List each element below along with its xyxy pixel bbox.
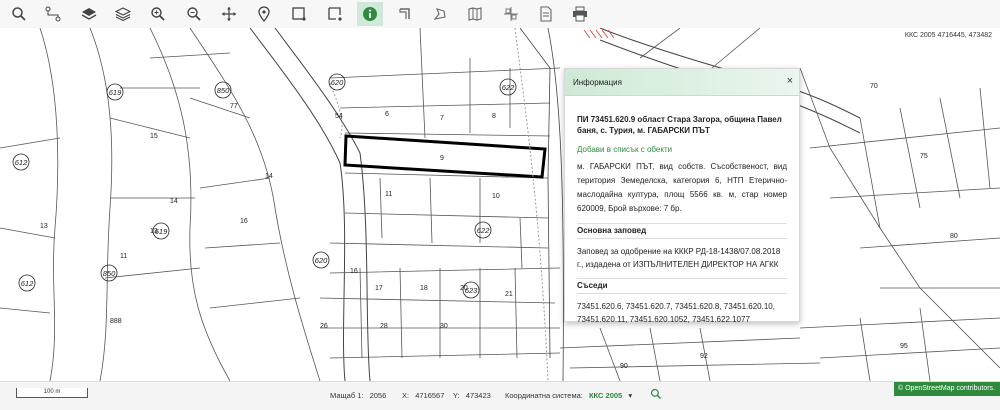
svg-text:30: 30 <box>440 323 448 330</box>
svg-text:17: 17 <box>375 285 383 292</box>
svg-text:7: 7 <box>440 115 444 122</box>
svg-text:54: 54 <box>335 113 343 120</box>
coordinate-tag: ККС 2005 4716445, 473482 <box>904 32 992 39</box>
svg-text:619: 619 <box>155 227 168 236</box>
neighbors-text: 73451.620.6, 73451.620.7, 73451.620.8, 7… <box>577 302 775 324</box>
crs-label: Координатна система: <box>505 391 583 400</box>
scale-bar: 100 m <box>16 388 88 398</box>
toolbar <box>0 0 1000 29</box>
close-icon[interactable]: × <box>787 75 793 87</box>
cadastral-map[interactable]: 678 9 11 10 77 16 17 18 20 21 26 28 30 15 14 13 11… <box>0 28 1000 381</box>
svg-text:13: 13 <box>40 223 48 230</box>
svg-text:21: 21 <box>505 291 513 298</box>
pan-icon[interactable] <box>216 2 242 26</box>
info-icon[interactable] <box>357 2 383 26</box>
info-panel: Информация × ПИ 73451.620.9 област Стара… <box>564 68 800 324</box>
svg-text:622: 622 <box>502 83 515 92</box>
crosshair-icon[interactable] <box>498 2 524 26</box>
print-icon[interactable] <box>567 2 593 26</box>
svg-text:10: 10 <box>492 193 500 200</box>
svg-text:620: 620 <box>315 256 328 265</box>
add-to-list-link[interactable]: Добави в списък с обекти <box>577 145 787 154</box>
status-bar: 100 m Мащаб 1: 2056 X: 4716567 Y: 473423… <box>0 381 1000 410</box>
svg-text:77: 77 <box>230 103 238 110</box>
osm-attribution[interactable]: © OpenStreetMap contributors. <box>894 382 1000 396</box>
document-icon[interactable] <box>533 2 559 26</box>
svg-text:18: 18 <box>420 285 428 292</box>
svg-text:622: 622 <box>477 226 490 235</box>
svg-text:850: 850 <box>217 86 230 95</box>
svg-text:14: 14 <box>170 198 178 205</box>
x-label: X: <box>402 391 410 400</box>
map-parcels: 67 8 911 10 771617 18 2021 26 28 30 151413 11… <box>0 28 1000 381</box>
y-label: Y: <box>453 391 460 400</box>
svg-text:6: 6 <box>385 111 389 118</box>
y-value: 473423 <box>465 391 491 400</box>
svg-text:28: 28 <box>380 323 388 330</box>
svg-text:16: 16 <box>350 268 358 275</box>
svg-text:15: 15 <box>150 133 158 140</box>
scale-field: Мащаб 1: 2056 <box>330 391 390 400</box>
svg-text:95: 95 <box>900 343 908 350</box>
zoom-out-icon[interactable] <box>181 2 207 26</box>
svg-text:11: 11 <box>385 191 392 198</box>
svg-text:619: 619 <box>109 88 122 97</box>
search-icon[interactable] <box>6 2 32 26</box>
svg-text:14: 14 <box>265 173 273 180</box>
y-field: Y: 473423 <box>453 391 495 400</box>
svg-text:75: 75 <box>920 153 928 160</box>
crs-field: Координатна система: ККС 2005 ▾ <box>505 391 636 400</box>
svg-text:80: 80 <box>950 233 958 240</box>
select-rect-alt-icon[interactable] <box>322 2 348 26</box>
svg-text:16: 16 <box>240 218 248 225</box>
crs-select[interactable]: ККС 2005 <box>589 391 622 400</box>
scale-label: Мащаб 1: <box>330 391 364 400</box>
svg-text:9: 9 <box>440 155 444 162</box>
chevron-down-icon[interactable]: ▾ <box>628 391 632 400</box>
parcel-title: ПИ 73451.620.9 област Стара Загора, общи… <box>577 115 782 135</box>
bookmark-icon[interactable] <box>392 2 418 26</box>
svg-text:8: 8 <box>492 113 496 120</box>
select-rect-icon[interactable] <box>286 2 312 26</box>
location-pin-icon[interactable] <box>251 2 277 26</box>
svg-text:11: 11 <box>120 253 127 260</box>
panel-header: Информация <box>565 69 799 96</box>
svg-text:92: 92 <box>700 353 708 360</box>
selected-parcel[interactable] <box>343 134 547 179</box>
route-icon[interactable] <box>40 2 66 26</box>
map-icon[interactable] <box>462 2 488 26</box>
svg-text:888: 888 <box>110 318 122 325</box>
search-icon[interactable] <box>650 388 662 402</box>
svg-text:850: 850 <box>103 269 116 278</box>
layers-icon[interactable] <box>76 2 102 26</box>
zoom-in-icon[interactable] <box>145 2 171 26</box>
x-value: 4716567 <box>415 391 445 400</box>
neighbors-heading: Съседи <box>577 278 787 294</box>
scale-value[interactable]: 2056 <box>370 391 387 400</box>
measure-icon[interactable] <box>427 2 453 26</box>
parcel-description: м. ГАБАРСКИ ПЪТ, вид собств. Съсобствено… <box>577 162 787 213</box>
svg-text:620: 620 <box>331 78 344 87</box>
svg-text:90: 90 <box>620 363 628 370</box>
svg-text:612: 612 <box>21 279 34 288</box>
x-field: X: 4716567 <box>402 391 448 400</box>
svg-text:26: 26 <box>320 323 328 330</box>
svg-text:70: 70 <box>870 83 878 90</box>
order-text: Заповед за одобрение на КККР РД-18-1438/… <box>577 247 781 269</box>
svg-text:612: 612 <box>15 158 28 167</box>
svg-text:623: 623 <box>465 286 478 295</box>
order-heading: Основна заповед <box>577 223 787 239</box>
layers-stack-icon[interactable] <box>110 2 136 26</box>
